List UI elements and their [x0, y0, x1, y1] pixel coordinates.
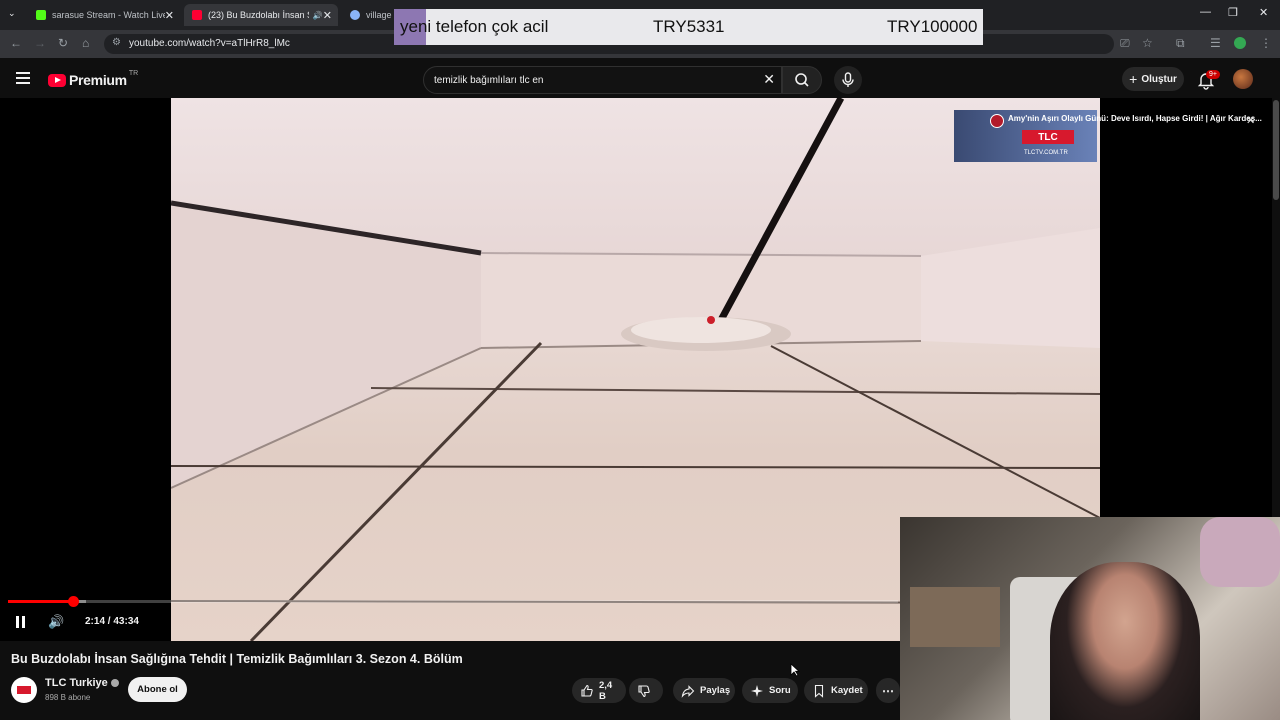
- notification-count-badge: 9+: [1206, 70, 1220, 79]
- goal-message: yeni telefon çok acil: [400, 17, 549, 36]
- clear-search-icon[interactable]: ✕: [763, 71, 775, 88]
- profile-icon[interactable]: [1234, 37, 1246, 49]
- tlc-logo-text: TLC: [1022, 130, 1074, 144]
- endcard-video-title[interactable]: Amy'nin Aşırı Olaylı Günü: Deve Isırdı, …: [1008, 114, 1278, 123]
- url-text: youtube.com/watch?v=aTlHrR8_lMc: [129, 38, 290, 49]
- thumbs-up-icon: [581, 684, 593, 697]
- search-box[interactable]: ✕: [423, 66, 782, 94]
- progress-played: [8, 600, 73, 603]
- audio-playing-icon[interactable]: 🔊: [313, 11, 323, 20]
- verified-icon: [110, 679, 119, 688]
- microphone-icon: [842, 72, 854, 87]
- channel-name: TLC Turkiye: [45, 677, 108, 689]
- search-icon: [795, 73, 809, 87]
- reload-icon[interactable]: ↻: [58, 36, 68, 50]
- dislike-button[interactable]: [629, 678, 663, 703]
- endcard-close-icon[interactable]: ✕: [1246, 114, 1255, 127]
- close-icon[interactable]: ✕: [323, 9, 332, 22]
- tlc-channel-logo-icon: [17, 686, 31, 694]
- subscriber-count: 898 B abone: [45, 693, 91, 702]
- sparkle-icon: [751, 684, 763, 697]
- streamer-webcam: [900, 517, 1280, 720]
- logo-text: Premium: [69, 72, 127, 88]
- share-button[interactable]: Paylaş: [673, 678, 735, 703]
- close-icon[interactable]: ✕: [165, 9, 174, 22]
- pause-icon[interactable]: [15, 616, 27, 628]
- kick-icon: [36, 10, 46, 20]
- tab-title: village l: [366, 10, 397, 20]
- country-code: TR: [128, 69, 139, 77]
- endcard-channel-icon: [990, 114, 1004, 128]
- google-favicon-icon: [350, 10, 360, 20]
- webcam-streamer: [1050, 562, 1200, 720]
- goal-current: TRY5331: [653, 17, 725, 36]
- home-icon[interactable]: ⌂: [82, 36, 89, 50]
- share-label: Paylaş: [700, 685, 731, 696]
- thumbs-down-icon: [638, 684, 650, 697]
- tab-search-chevron-icon[interactable]: ⌄: [8, 8, 16, 19]
- youtube-premium-logo[interactable]: Premium TR: [48, 69, 139, 88]
- more-actions-icon[interactable]: ⋯: [876, 678, 900, 703]
- account-avatar[interactable]: [1233, 69, 1253, 89]
- site-info-icon[interactable]: ⚙: [112, 37, 121, 48]
- voice-search-button[interactable]: [834, 66, 862, 94]
- goal-target: TRY100000: [887, 17, 978, 36]
- video-title: Bu Buzdolabı İnsan Sağlığına Tehdit | Te…: [11, 652, 463, 666]
- like-count: 2,4 B: [599, 679, 613, 702]
- tab-youtube[interactable]: (23) Bu Buzdolabı İnsan Sağ 🔊 ✕: [184, 4, 338, 26]
- menu-dots-icon[interactable]: ⋮: [1260, 36, 1272, 50]
- webcam-shelf: [910, 587, 1000, 647]
- search-button[interactable]: [782, 66, 822, 94]
- like-button[interactable]: 2,4 B: [572, 678, 626, 703]
- scrubber-handle[interactable]: [67, 596, 79, 607]
- tab-title: (23) Bu Buzdolabı İnsan Sağ: [208, 10, 309, 20]
- donation-goal-overlay: yeni telefon çok acil TRY5331 TRY100000: [394, 9, 983, 45]
- tab-village[interactable]: village l: [342, 4, 402, 26]
- time-current: 2:14: [85, 616, 106, 627]
- minimize-icon[interactable]: —: [1200, 6, 1211, 18]
- search-input[interactable]: [434, 72, 754, 88]
- tlc-watermark-url: TLCTV.COM.TR: [1024, 150, 1068, 156]
- channel-avatar[interactable]: [11, 677, 37, 703]
- volume-icon[interactable]: 🔊: [48, 614, 64, 630]
- tab-title: sarasue Stream - Watch Live on: [52, 10, 165, 20]
- youtube-play-icon: [48, 73, 66, 87]
- ask-label: Soru: [769, 685, 791, 696]
- bookmark-star-icon[interactable]: ☆: [1142, 36, 1153, 50]
- restore-icon[interactable]: ❐: [1228, 6, 1238, 19]
- share-icon: [681, 684, 695, 698]
- extensions-icon[interactable]: ⧉: [1176, 36, 1185, 51]
- subscribe-button[interactable]: Abone ol: [128, 677, 187, 702]
- forward-icon[interactable]: →: [34, 36, 46, 50]
- time-display: 2:14 / 43:34: [85, 616, 139, 627]
- tab-sarasue[interactable]: sarasue Stream - Watch Live on ✕: [28, 4, 180, 26]
- create-label: Oluştur: [1141, 73, 1177, 85]
- time-total: 43:34: [113, 616, 139, 627]
- tab-groups-icon[interactable]: ☰: [1210, 36, 1221, 50]
- webcam-flowers: [1200, 517, 1280, 587]
- bookmark-icon: [814, 684, 824, 698]
- create-button[interactable]: + Oluştur: [1122, 67, 1184, 91]
- hamburger-menu-icon[interactable]: [16, 72, 30, 87]
- mouse-cursor-icon: [790, 663, 800, 677]
- back-icon[interactable]: ←: [10, 36, 22, 50]
- channel-name-row[interactable]: TLC Turkiye: [45, 677, 119, 689]
- window-close-icon[interactable]: ✕: [1259, 6, 1268, 19]
- progress-bar[interactable]: [8, 596, 898, 607]
- ask-button[interactable]: Soru: [742, 678, 798, 703]
- install-app-icon[interactable]: ⎚: [1120, 36, 1130, 51]
- plus-icon: +: [1129, 71, 1138, 87]
- save-label: Kaydet: [831, 685, 863, 696]
- tlc-watermark-logo: TLC: [1022, 130, 1074, 144]
- save-button[interactable]: Kaydet: [804, 678, 868, 703]
- youtube-favicon-icon: [192, 10, 202, 20]
